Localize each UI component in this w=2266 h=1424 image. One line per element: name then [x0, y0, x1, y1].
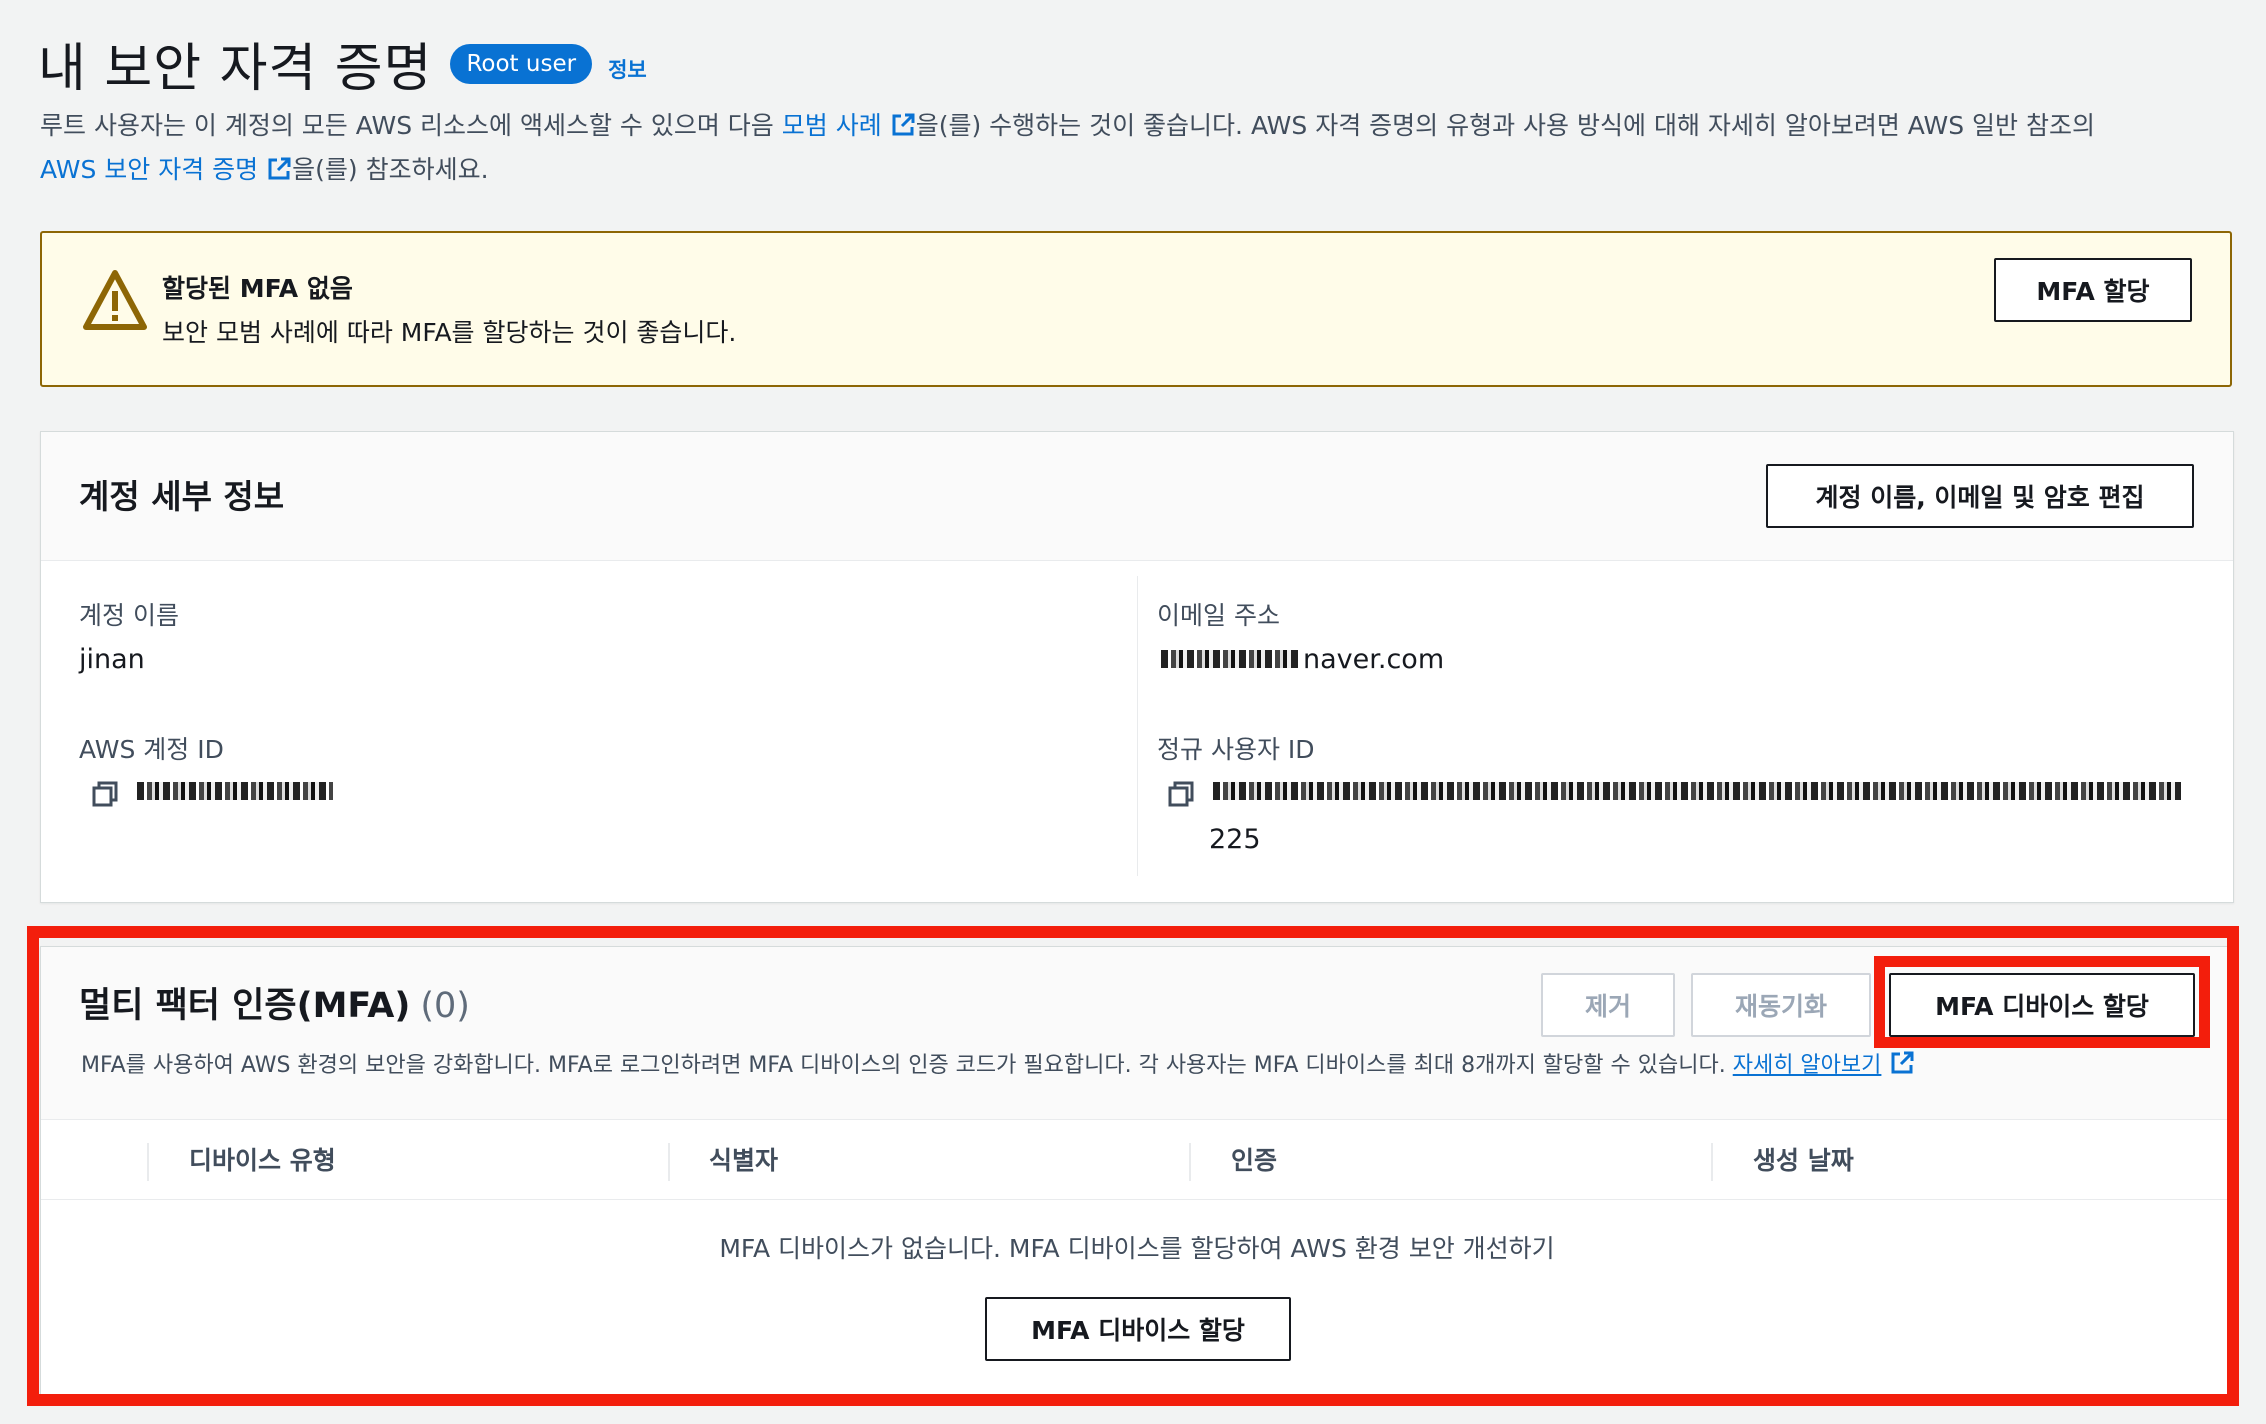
account-details-heading: 계정 세부 정보 — [79, 477, 285, 516]
mfa-card: 멀티 팩터 인증(MFA) (0) 제거 재동기화 MFA 디바이스 할당 MFA… — [40, 946, 2234, 1401]
canonical-user-id-redacted — [1213, 782, 2181, 800]
desc-text-1: 루트 사용자는 이 계정의 모든 AWS 리소스에 액세스할 수 있으며 다음 — [40, 111, 782, 140]
column-created-date[interactable]: 생성 날짜 — [1753, 1141, 1854, 1177]
copy-icon[interactable] — [91, 780, 119, 808]
page-description: 루트 사용자는 이 계정의 모든 AWS 리소스에 액세스할 수 있으며 다음 … — [40, 104, 2230, 192]
empty-state-text: MFA 디바이스가 없습니다. MFA 디바이스를 할당하여 AWS 환경 보안… — [719, 1234, 1555, 1263]
best-practices-link-label: 모범 사례 — [781, 111, 882, 140]
account-details-card: 계정 세부 정보 계정 이름, 이메일 및 암호 편집 계정 이름 jinan … — [40, 431, 2234, 903]
column-separator — [1711, 1143, 1713, 1181]
assign-mfa-button[interactable]: MFA 할당 — [1994, 258, 2192, 322]
column-certification[interactable]: 인증 — [1231, 1141, 1277, 1177]
mfa-count: (0) — [420, 986, 470, 1026]
aws-account-id-label: AWS 계정 ID — [79, 735, 224, 764]
mfa-description-text: MFA를 사용하여 AWS 환경의 보안을 강화합니다. MFA로 로그인하려면… — [81, 1053, 1726, 1078]
page-title: 내 보안 자격 증명 — [38, 39, 433, 99]
mfa-heading-text: 멀티 팩터 인증(MFA) — [79, 986, 411, 1026]
canonical-user-id-tail: 225 — [1209, 824, 1261, 855]
external-link-icon — [266, 156, 292, 182]
mfa-table-header: 디바이스 유형 식별자 인증 생성 날짜 — [41, 1119, 2233, 1200]
aws-security-credentials-link[interactable]: AWS 보안 자격 증명 — [40, 155, 292, 184]
external-link-icon — [1889, 1050, 1915, 1076]
alert-title: 할당된 MFA 없음 — [162, 274, 353, 303]
canonical-user-id-label: 정규 사용자 ID — [1157, 735, 1315, 764]
column-separator — [1189, 1143, 1191, 1181]
column-identifier[interactable]: 식별자 — [709, 1141, 778, 1177]
mfa-header: 멀티 팩터 인증(MFA) (0) 제거 재동기화 MFA 디바이스 할당 MFA… — [41, 947, 2233, 1120]
resync-button[interactable]: 재동기화 — [1691, 973, 1871, 1037]
external-link-icon — [890, 112, 916, 138]
copy-icon[interactable] — [1167, 780, 1195, 808]
page-header: 내 보안 자격 증명 Root user 정보 — [38, 26, 647, 101]
info-link[interactable]: 정보 — [608, 54, 647, 84]
alert-text: 보안 모범 사례에 따라 MFA를 할당하는 것이 좋습니다. — [162, 318, 737, 347]
account-details-header: 계정 세부 정보 계정 이름, 이메일 및 암호 편집 — [41, 432, 2233, 561]
edit-account-button[interactable]: 계정 이름, 이메일 및 암호 편집 — [1766, 464, 2194, 528]
mfa-heading: 멀티 팩터 인증(MFA) (0) — [79, 977, 470, 1028]
desc-text-3: 을(를) 참조하세요. — [292, 155, 489, 184]
aws-security-credentials-link-label: AWS 보안 자격 증명 — [40, 155, 259, 184]
column-divider — [1137, 576, 1138, 876]
mfa-description: MFA를 사용하여 AWS 환경의 보안을 강화합니다. MFA로 로그인하려면… — [81, 1047, 1915, 1079]
email-label: 이메일 주소 — [1157, 601, 1280, 630]
desc-text-2: 을(를) 수행하는 것이 좋습니다. AWS 자격 증명의 유형과 사용 방식에… — [915, 111, 2096, 140]
no-mfa-warning-alert: 할당된 MFA 없음 보안 모범 사례에 따라 MFA를 할당하는 것이 좋습니… — [40, 231, 2232, 387]
column-separator — [668, 1143, 670, 1181]
aws-account-id-redacted — [137, 782, 333, 800]
column-device-type[interactable]: 디바이스 유형 — [189, 1141, 336, 1177]
email-value: naver.com — [1303, 644, 1445, 675]
root-user-badge: Root user — [450, 43, 593, 84]
best-practices-link[interactable]: 모범 사례 — [782, 111, 916, 140]
account-name-label: 계정 이름 — [79, 601, 179, 630]
warning-icon — [82, 269, 148, 331]
account-name-value: jinan — [79, 644, 145, 675]
learn-more-link[interactable]: 자세히 알아보기 — [1732, 1050, 1916, 1078]
assign-mfa-device-button[interactable]: MFA 디바이스 할당 — [1889, 973, 2195, 1037]
remove-button[interactable]: 제거 — [1541, 973, 1675, 1037]
column-separator — [147, 1143, 149, 1181]
empty-assign-mfa-device-button[interactable]: MFA 디바이스 할당 — [985, 1297, 1291, 1361]
email-redacted — [1161, 650, 1301, 668]
learn-more-label: 자세히 알아보기 — [1732, 1053, 1882, 1078]
